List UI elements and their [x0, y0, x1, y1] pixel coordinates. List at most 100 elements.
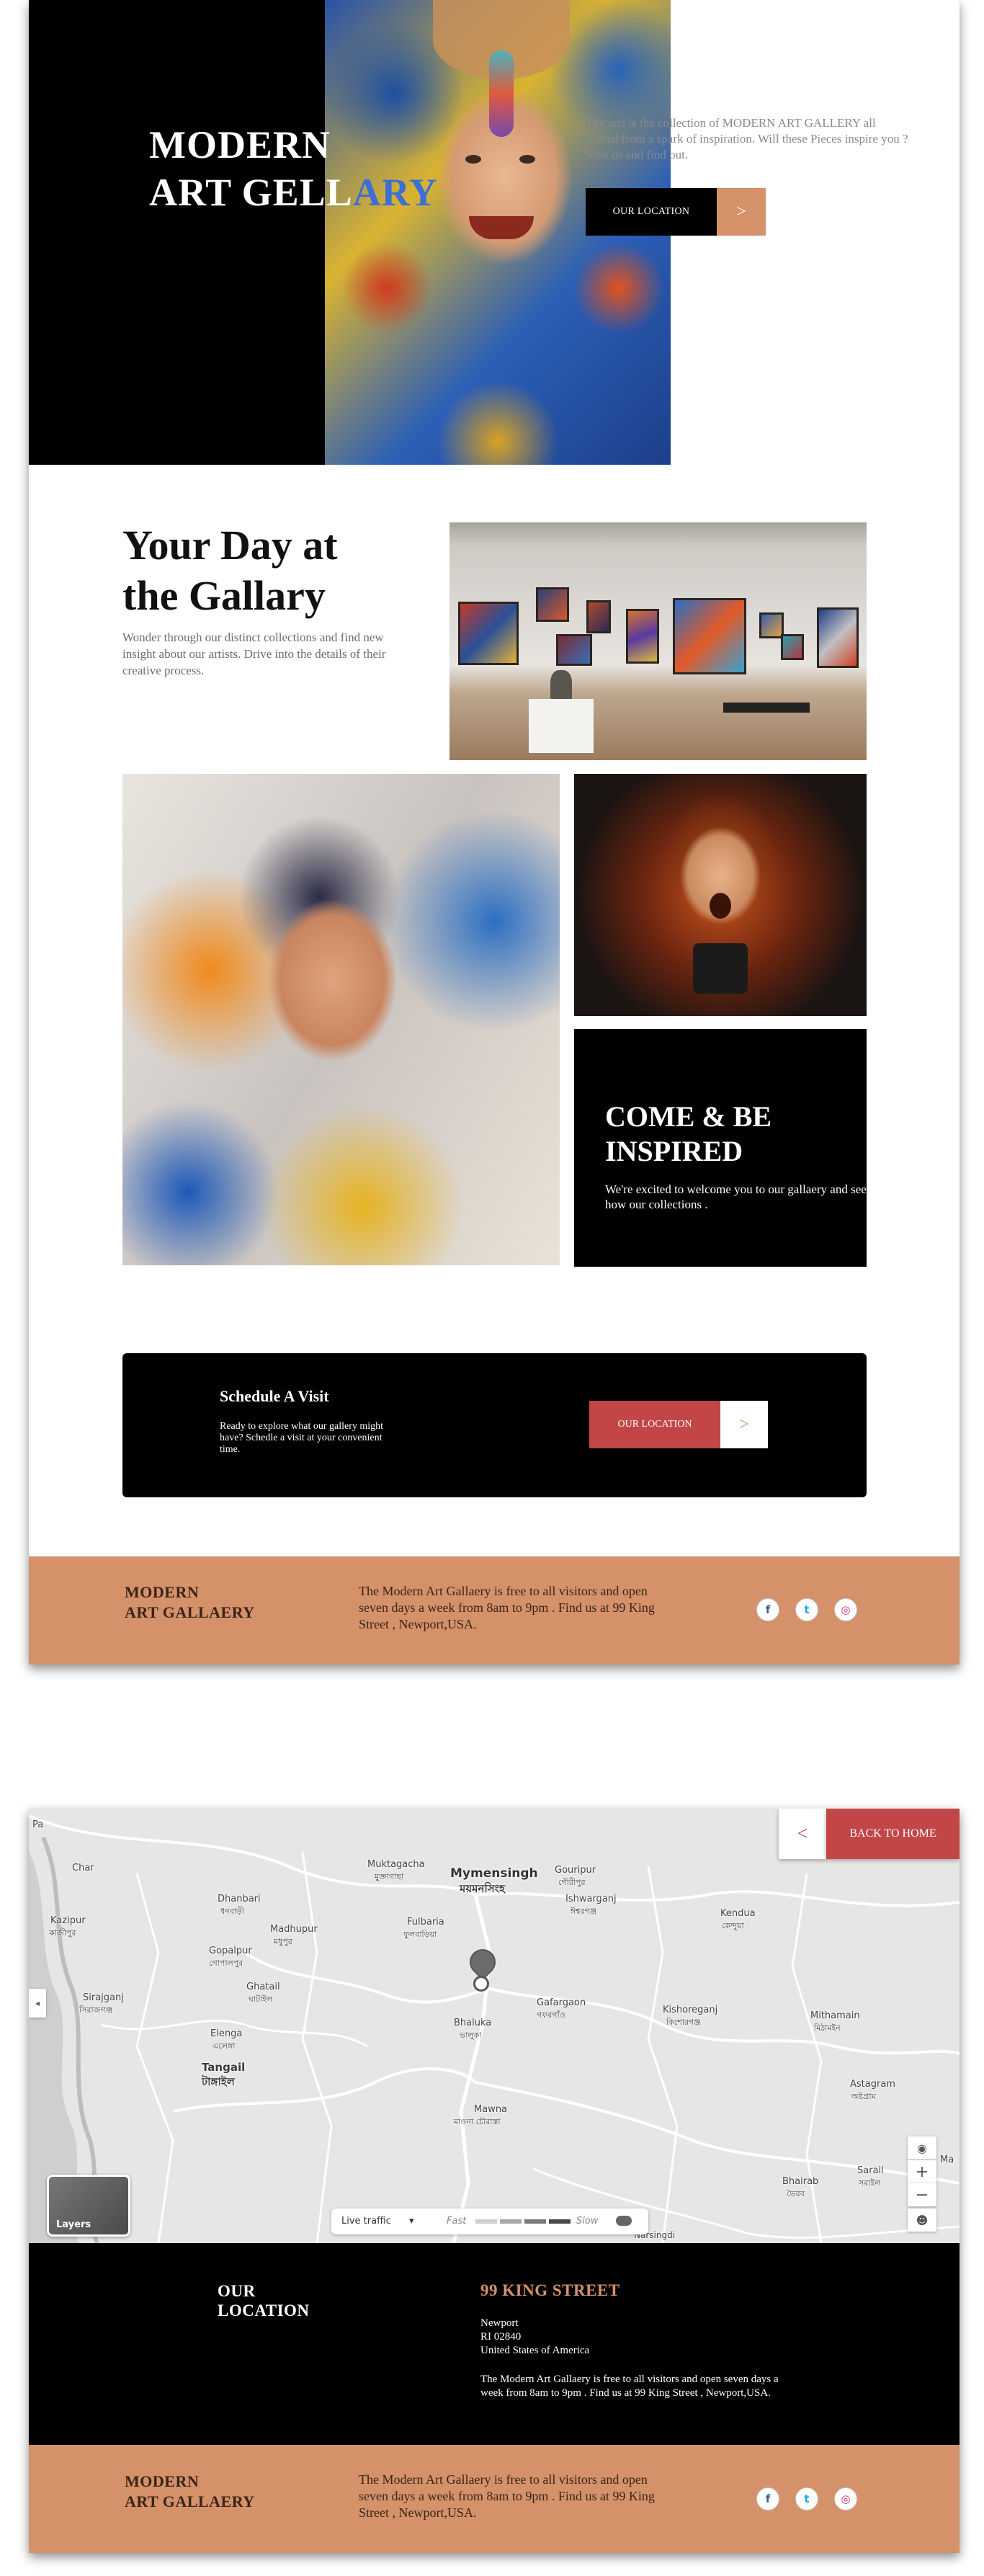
artwork-frame: [759, 612, 784, 638]
map-label: কাজীপুর: [49, 1928, 76, 1938]
map-label: গোপালপুর: [209, 1958, 243, 1968]
map-label: Bhaluka: [454, 2018, 492, 2028]
map-label: ভৈরব: [787, 2189, 805, 2198]
map-label: ঈশ্বরগঞ্জ: [571, 1907, 597, 1916]
hero-image-eye-right: [519, 155, 535, 164]
map-label: সিরাজগঞ্জ: [79, 2005, 113, 2015]
sculpture: [550, 670, 572, 700]
location-text: The Modern Art Gallaery is free to all v…: [480, 2374, 779, 2399]
hero-title-line2-a: ART GELL: [149, 171, 353, 214]
visit-arrow-button[interactable]: >: [720, 1401, 768, 1448]
map-label: ধনবাড়ী: [220, 1907, 245, 1916]
collapse-panel-handle[interactable]: ◂: [29, 1989, 46, 2018]
location-dot-icon: [473, 1976, 489, 1992]
artwork-frame: [626, 609, 659, 664]
twitter-icon[interactable]: t: [795, 2487, 818, 2510]
layers-button[interactable]: Layers: [47, 2175, 130, 2237]
map-label: Astagram: [850, 2079, 895, 2090]
instagram-icon[interactable]: ◎: [834, 1598, 857, 1621]
map-label: Ghatail: [246, 1982, 280, 1992]
location-title: OUR LOCATION: [218, 2281, 310, 2320]
map-label: Dhanbari: [218, 1894, 261, 1904]
map-label: Sirajganj: [83, 1992, 124, 2003]
map-label: অষ্টগ্রাম: [851, 2092, 876, 2101]
facebook-icon[interactable]: f: [756, 2487, 779, 2510]
back-arrow-button[interactable]: <: [779, 1809, 826, 1859]
artwork-frame: [556, 634, 592, 666]
footer-brand-line2: ART GALLAERY: [125, 2492, 255, 2510]
map-label: ময়মনসিংহ: [460, 1882, 505, 1895]
map-label: Kishoreganj: [663, 2005, 718, 2015]
map-label: ভালুকা: [460, 2031, 482, 2040]
hero-image-smile: [469, 216, 534, 239]
map-label: Mithamain: [810, 2010, 860, 2021]
boy-painting-image: [122, 774, 560, 1265]
back-to-home-button[interactable]: BACK TO HOME: [826, 1809, 960, 1859]
surprised-boy-phone: [693, 943, 748, 994]
gallery-intro-description: Wonder through our distinct collections …: [122, 630, 386, 677]
hero-title: MODERN ART GELLARY: [149, 121, 438, 216]
map-label: Tangail: [202, 2061, 246, 2074]
traffic-slow-label: Slow: [576, 2216, 599, 2227]
map-label: গৌরীপুর: [558, 1878, 586, 1887]
traffic-toggle[interactable]: [616, 2216, 632, 2226]
inspire-text: We're excited to welcome you to our gall…: [605, 1182, 867, 1211]
chevron-down-icon[interactable]: ▾: [409, 2216, 414, 2227]
hero-background: [29, 0, 325, 465]
gallery-bench: [723, 703, 810, 713]
landing-page: MODERN ART GELLARY The arts is the colle…: [29, 0, 960, 1664]
zoom-in-button[interactable]: +: [908, 2160, 936, 2183]
location-country: United States of America: [480, 2345, 590, 2356]
map-label: কেন্দুয়া: [722, 1921, 744, 1930]
artwork-frame: [586, 600, 611, 633]
eye-icon[interactable]: ◉: [908, 2136, 936, 2160]
inspire-title: COME & BE INSPIRED: [605, 1100, 771, 1169]
instagram-icon[interactable]: ◎: [834, 2487, 857, 2510]
artwork-frame: [673, 598, 746, 674]
hero-description: The arts is the collection of MODERN ART…: [586, 116, 908, 161]
artwork-frame: [817, 607, 859, 668]
artwork-frame: [458, 602, 519, 665]
artwork-frame: [781, 634, 804, 660]
hero-title-line2: ART GELLARY: [149, 169, 438, 216]
gallery-intro-title-line1: Your Day at: [122, 522, 338, 569]
hero-arrow-button[interactable]: >: [717, 188, 766, 236]
footer-brand-line1: MODERN: [125, 2472, 200, 2490]
map-label: সরাইল: [859, 2178, 881, 2188]
map-label: Ma: [940, 2154, 954, 2165]
hero-title-line1: MODERN: [149, 123, 331, 166]
facebook-icon[interactable]: f: [756, 1598, 779, 1621]
map-label: Kendua: [720, 1908, 756, 1919]
inspire-title-line2: INSPIRED: [605, 1135, 743, 1167]
location-zip: RI 02840: [480, 2331, 522, 2343]
zoom-out-button[interactable]: −: [908, 2183, 936, 2206]
visit-location-button[interactable]: OUR LOCATION: [589, 1401, 720, 1448]
location-title-line2: LOCATION: [218, 2301, 310, 2319]
map-label: Mymensingh: [450, 1866, 538, 1881]
footer-brand-line2: ART GALLAERY: [125, 1603, 255, 1621]
location-street: 99 KING STREET: [480, 2281, 620, 2299]
hero-image-eye-left: [465, 155, 481, 164]
gallery-intro-title: Your Day at the Gallary: [122, 520, 338, 621]
map-label: মধুপুর: [274, 1937, 292, 1946]
traffic-legend[interactable]: Live traffic ▾ Fast Slow: [331, 2209, 648, 2234]
surprised-boy-mouth: [710, 893, 731, 919]
street-view-icon[interactable]: ☻: [908, 2209, 936, 2232]
hero-location-button[interactable]: OUR LOCATION: [586, 188, 717, 236]
gallery-room-image: [449, 522, 867, 760]
map-label: Muktagacha: [367, 1859, 425, 1870]
traffic-fast-label: Fast: [447, 2216, 467, 2227]
map-label: Madhupur: [270, 1924, 318, 1935]
map-view[interactable]: Pa Char Muktagacha মুক্তাগাছা Mymensingh…: [29, 1809, 960, 2243]
map-label: মাওনা চৌরাস্তা: [454, 2117, 501, 2126]
traffic-label[interactable]: Live traffic: [341, 2216, 391, 2227]
surprised-boy-image: [574, 774, 867, 1016]
footer-text: The Modern Art Gallaery is free to all v…: [359, 1584, 655, 1631]
map-label: Gafargaon: [537, 1997, 586, 2008]
location-address: Newport RI 02840 United States of Americ…: [480, 2317, 589, 2358]
footer-brand: MODERN ART GALLAERY: [125, 2472, 255, 2512]
location-page: Pa Char Muktagacha মুক্তাগাছা Mymensingh…: [29, 1809, 960, 2553]
map-label: Sarail: [857, 2165, 884, 2176]
location-city: Newport: [480, 2317, 519, 2329]
twitter-icon[interactable]: t: [795, 1598, 818, 1621]
